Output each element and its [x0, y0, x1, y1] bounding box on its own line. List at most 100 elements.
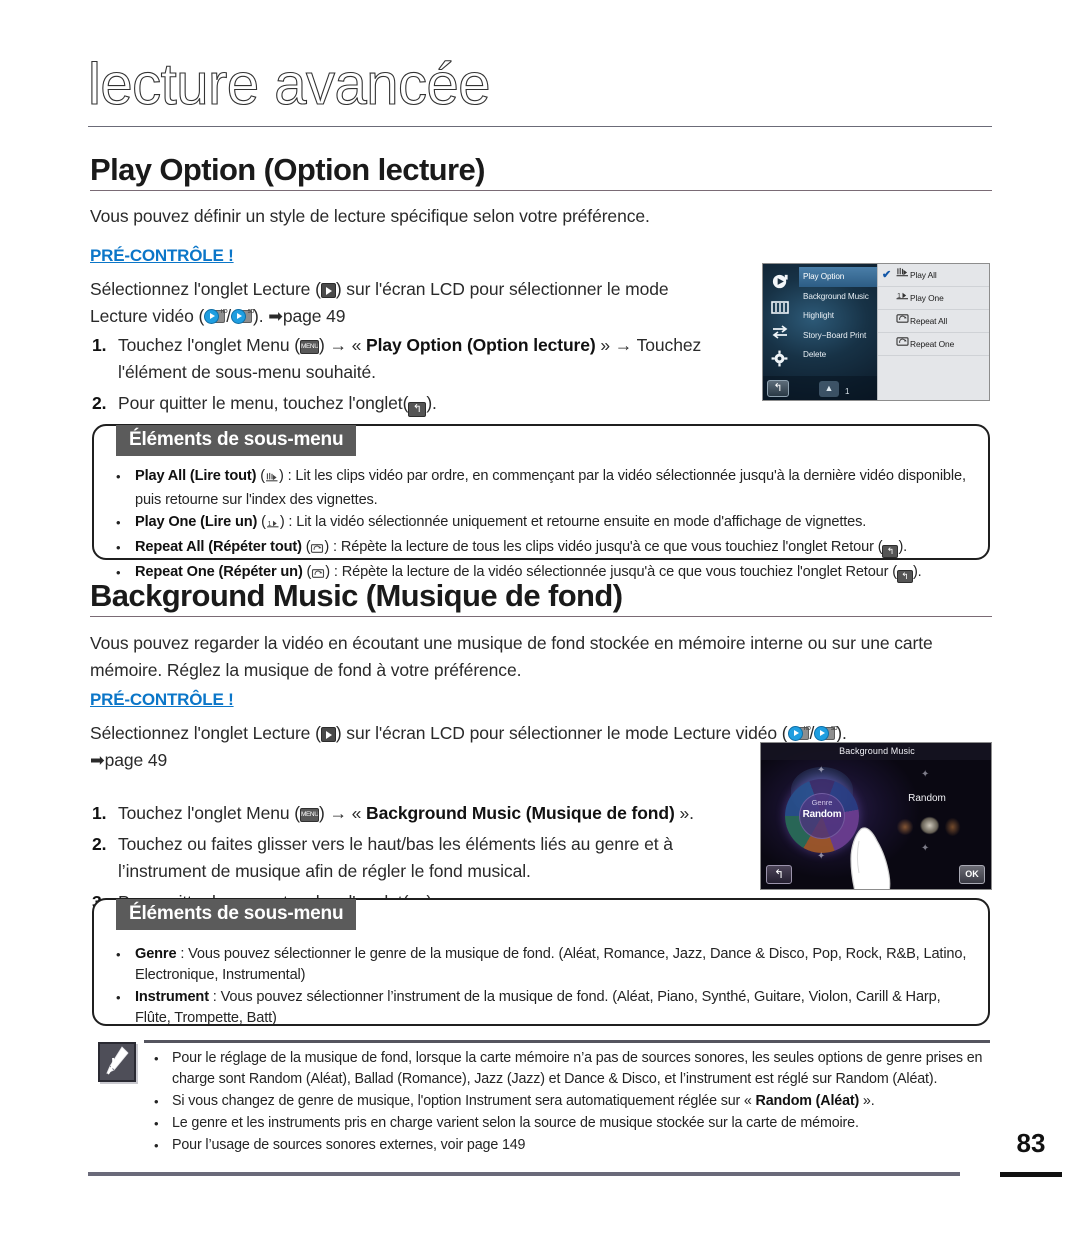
precheck-text-2b: ) sur l'écran LCD pour sélectionner le m…	[335, 723, 788, 743]
note-text-part: Pour l’usage de sources sonores externes…	[172, 1137, 526, 1153]
lcd-scroll-up-tab[interactable]: ▲	[819, 381, 839, 397]
precheck-text-1a: Sélectionnez l'onglet Lecture (	[90, 279, 321, 299]
play-all-icon	[265, 469, 279, 490]
lcd-screenshot-play-option: Play Option Background Music Highlight S…	[762, 263, 990, 401]
thumbnail-grid-icon[interactable]	[771, 300, 789, 317]
touch-hand-cursor	[850, 827, 891, 889]
chapter-rule	[88, 126, 992, 127]
lcd-menu-item-play-option[interactable]: Play Option	[799, 267, 877, 287]
instrument-scroll-up-icon[interactable]: ✦	[921, 769, 929, 780]
precheck-text-1e: ).	[253, 306, 269, 326]
submenu-box-play-option: Éléments de sous-menu • Play All (Lire t…	[92, 424, 990, 583]
note-item-text: Le genre et les instruments pris en char…	[172, 1113, 990, 1134]
section-heading-background-music: Background Music (Musique de fond)	[90, 578, 623, 613]
gear-icon[interactable]	[771, 350, 788, 369]
list-item-label: Instrument	[135, 989, 209, 1005]
lcd-return-tab[interactable]: ↰	[767, 380, 789, 397]
section-intro-1: Vous pouvez définir un style de lecture …	[90, 206, 650, 226]
list-item: • Play All (Lire tout) () : Lit les clip…	[116, 466, 972, 511]
lcd-menu-item-delete[interactable]: Delete	[799, 345, 877, 365]
lcd-menu-list: Play Option Background Music Highlight S…	[799, 267, 877, 365]
lcd-title: Background Music	[761, 743, 991, 760]
check-icon: ✔	[882, 268, 892, 281]
lcd-menu-item-story-board-print[interactable]: Story−Board Print	[799, 326, 877, 346]
list-item-label: Play One (Lire un)	[135, 514, 258, 530]
list-item: • Repeat All (Répéter tout) () : Répète …	[116, 537, 972, 561]
page-arrow-icon-2: ➡	[90, 751, 105, 771]
step-text-part: → «	[329, 335, 367, 355]
playback-tab-icon	[320, 727, 336, 742]
step-text-part: ) → «	[318, 803, 367, 823]
precheck-label-1: PRÉ-CONTRÔLE !	[90, 246, 234, 265]
footer-rule-accent	[1000, 1172, 1062, 1177]
step-text-part: )	[318, 335, 330, 355]
lcd-ok-button[interactable]: OK	[959, 865, 985, 884]
list-item-body: : Répète la lecture de tous les clips vi…	[329, 539, 883, 555]
genre-label: Genre	[811, 798, 833, 807]
genre-scroll-up-icon[interactable]: ✦	[817, 765, 825, 776]
video-play-icon[interactable]	[771, 272, 790, 293]
manual-page: lecture avancée Play Option (Option lect…	[0, 0, 1080, 1234]
lcd-option-repeat-all[interactable]: Repeat All	[878, 310, 989, 333]
note-item: • Pour le réglage de la musique de fond,…	[154, 1048, 990, 1090]
page-arrow-icon-1: ➡	[268, 307, 283, 327]
video-hd-mode-icon: HD	[204, 309, 228, 325]
precheck-text-1: Sélectionnez l'onglet Lecture () sur l'é…	[90, 276, 750, 331]
step-item: 1. Touchez l'onglet Menu (MENU) → « Play…	[92, 332, 742, 386]
playback-tab-icon	[320, 283, 336, 298]
step-text-part: Pour quitter le menu, touchez l'onglet(	[118, 393, 409, 413]
list-item-tail: ).	[898, 539, 908, 555]
step-text-part: ».	[674, 803, 694, 823]
list-item-body: : Vous pouvez sélectionner le genre de l…	[135, 946, 967, 983]
bullet-icon: •	[154, 1094, 159, 1109]
lcd-option-play-one[interactable]: 1 Play One	[878, 287, 989, 310]
list-item: • Genre : Vous pouvez sélectionner le ge…	[116, 944, 972, 986]
instrument-artwork	[887, 809, 969, 839]
step-text: Touchez l'onglet Menu (MENU) → « Backgro…	[118, 800, 752, 827]
step-number: 2.	[92, 393, 107, 413]
lcd-return-tab[interactable]: ↰	[766, 865, 792, 884]
instrument-value: Random	[908, 793, 946, 804]
transfer-arrows-icon[interactable]	[771, 324, 789, 342]
menu-tab-icon: MENU	[299, 340, 319, 354]
step-text-bold: Play Option (Option lecture)	[366, 335, 596, 355]
note-text-bold: Random (Aléat)	[755, 1093, 860, 1109]
section-rule-1	[90, 190, 992, 191]
section-heading-play-option: Play Option (Option lecture)	[90, 152, 485, 187]
genre-scroll-down-icon[interactable]: ✦	[817, 851, 825, 862]
list-item-text: Play All (Lire tout) () : Lit les clips …	[135, 468, 966, 508]
video-sd-mode-icon: SD	[814, 726, 838, 742]
lcd-option-label: Play All	[910, 269, 937, 280]
play-one-icon: 1	[895, 287, 910, 310]
lcd-screenshot-background-music: Background Music Genre Random ✦ ✦ Random…	[760, 742, 992, 890]
note-list: • Pour le réglage de la musique de fond,…	[154, 1048, 990, 1157]
lcd-option-repeat-one[interactable]: Repeat One	[878, 333, 989, 356]
steps-list-1: 1. Touchez l'onglet Menu (MENU) → « Play…	[92, 332, 742, 421]
repeat-one-icon	[895, 333, 910, 356]
step-text: Touchez ou faites glisser vers le haut/b…	[118, 834, 673, 881]
instrument-scroll-down-icon[interactable]: ✦	[921, 843, 929, 854]
lcd-option-play-all[interactable]: ✔ Play All	[878, 264, 989, 287]
step-text: Touchez l'onglet Menu (MENU) → « Play Op…	[118, 332, 742, 386]
section-intro-2: Vous pouvez regarder la vidéo en écoutan…	[90, 633, 933, 680]
lcd-page-indicator: 1	[845, 387, 850, 396]
note-text-part: Le genre et les instruments pris en char…	[172, 1115, 859, 1131]
list-item-label: Play All (Lire tout)	[135, 468, 257, 484]
step-text-part: Touchez l'onglet Menu (	[118, 335, 300, 355]
lcd-bottom-bar: ↰ ▲ 1	[763, 376, 877, 400]
precheck-label-2: PRÉ-CONTRÔLE !	[90, 690, 234, 709]
precheck-text-1c: Lecture vidéo (	[90, 306, 205, 326]
submenu-box-title: Éléments de sous-menu	[116, 425, 357, 456]
lcd-menu-item-background-music[interactable]: Background Music	[799, 287, 877, 307]
repeat-all-icon	[310, 540, 324, 561]
step-number: 2.	[92, 834, 107, 854]
list-item-body: : Lit la vidéo sélectionnée uniquement e…	[284, 514, 867, 530]
list-item-text: Instrument : Vous pouvez sélectionner l’…	[135, 987, 972, 1029]
lcd-menu-item-highlight[interactable]: Highlight	[799, 306, 877, 326]
step-text-bold: Background Music (Musique de fond)	[366, 803, 675, 823]
return-tab-icon: ↰	[882, 545, 899, 558]
list-item-body: : Vous pouvez sélectionner l’instrument …	[135, 989, 941, 1026]
footer-rule	[88, 1172, 960, 1176]
genre-value: Random	[802, 809, 842, 820]
lcd-option-label: Repeat One	[910, 338, 955, 349]
